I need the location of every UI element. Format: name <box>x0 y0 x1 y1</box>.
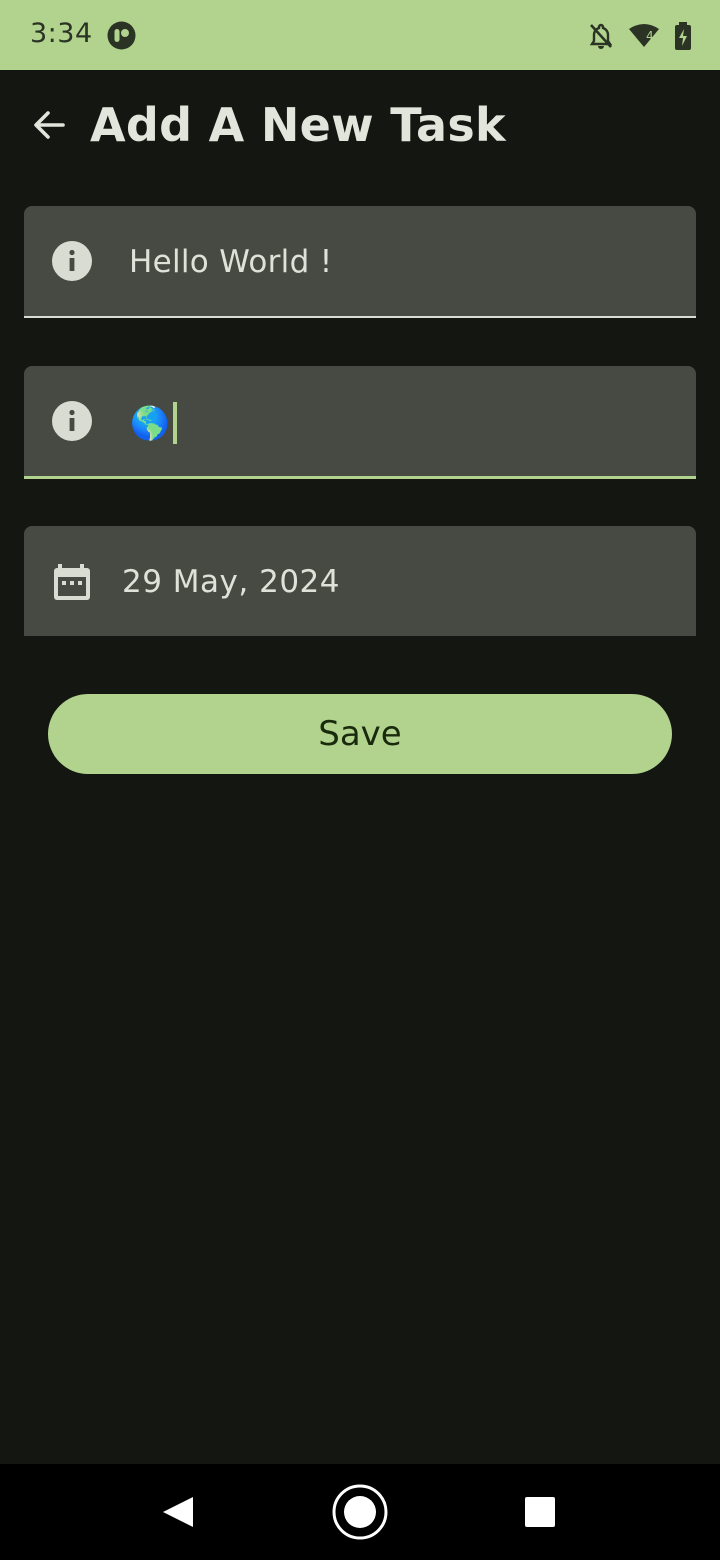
page-title: Add A New Task <box>90 98 506 152</box>
wifi-icon: 4 <box>628 23 660 49</box>
status-time: 3:34 <box>30 18 93 49</box>
task-date-value: 29 May, 2024 <box>122 564 340 600</box>
save-button[interactable]: Save <box>48 694 672 774</box>
app-bar: Add A New Task <box>0 70 720 190</box>
task-date-field[interactable]: 29 May, 2024 <box>24 526 696 636</box>
nav-back-icon[interactable] <box>160 1494 196 1530</box>
notifications-off-icon <box>589 23 613 49</box>
arrow-back-icon <box>34 111 65 139</box>
battery-charging-icon <box>675 22 691 50</box>
status-bar: 3:34 4 <box>0 0 720 70</box>
wifi-badge: 4 <box>646 29 654 43</box>
task-description-value: 🌎 <box>130 404 170 442</box>
nav-recents-icon[interactable] <box>524 1496 556 1528</box>
task-description-input[interactable]: 🌎 <box>130 402 177 444</box>
calendar-icon <box>54 564 90 600</box>
text-cursor <box>172 402 177 444</box>
task-title-field[interactable]: Hello World ! <box>24 206 696 318</box>
system-nav-bar <box>0 1464 720 1560</box>
task-title-value: Hello World ! <box>129 244 333 280</box>
field-underline-active <box>24 476 696 479</box>
nav-home-icon[interactable] <box>331 1483 389 1541</box>
field-underline <box>24 316 696 318</box>
app-notification-icon <box>107 21 136 50</box>
status-icons: 4 <box>588 20 692 52</box>
info-icon <box>52 401 92 441</box>
task-description-field[interactable]: 🌎 <box>24 366 696 479</box>
screen: 3:34 4 Add A New Task Hello World ! 🌎 29… <box>0 0 720 1560</box>
info-icon <box>52 241 92 281</box>
back-button[interactable] <box>24 100 74 150</box>
